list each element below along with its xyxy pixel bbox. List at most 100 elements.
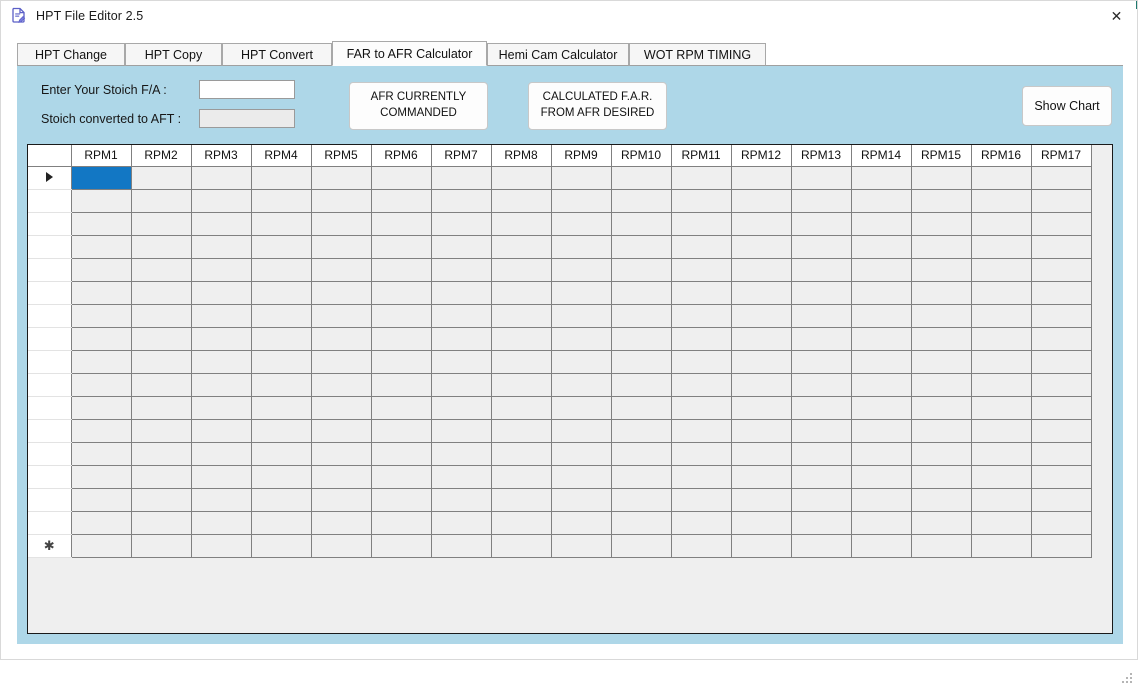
grid-cell[interactable] [611, 189, 671, 212]
grid-cell[interactable] [431, 511, 491, 534]
grid-cell[interactable] [851, 281, 911, 304]
grid-cell[interactable] [371, 166, 431, 189]
grid-cell[interactable] [731, 488, 791, 511]
grid-cell[interactable] [431, 442, 491, 465]
grid-cell[interactable] [551, 442, 611, 465]
grid-column-header-rpm4[interactable]: RPM4 [251, 145, 311, 166]
grid-cell[interactable] [1031, 189, 1091, 212]
grid-cell[interactable] [851, 465, 911, 488]
grid-cell[interactable] [491, 419, 551, 442]
grid-cell[interactable] [131, 350, 191, 373]
grid-cell[interactable] [371, 534, 431, 557]
grid-cell[interactable] [911, 350, 971, 373]
grid-column-header-rpm3[interactable]: RPM3 [191, 145, 251, 166]
grid-cell[interactable] [551, 419, 611, 442]
grid-row-header[interactable] [28, 419, 71, 442]
grid-column-header-rpm14[interactable]: RPM14 [851, 145, 911, 166]
grid-cell[interactable] [191, 373, 251, 396]
tab-hpt-change[interactable]: HPT Change [17, 43, 125, 66]
grid-cell[interactable] [671, 304, 731, 327]
grid-cell[interactable] [671, 189, 731, 212]
grid-cell[interactable] [491, 327, 551, 350]
grid-cell[interactable] [851, 304, 911, 327]
grid-cell[interactable] [851, 419, 911, 442]
grid-row[interactable] [28, 189, 1091, 212]
grid-cell[interactable] [191, 189, 251, 212]
grid-cell[interactable] [71, 166, 131, 189]
grid-cell[interactable] [311, 373, 371, 396]
grid-cell[interactable] [131, 235, 191, 258]
grid-cell[interactable] [431, 281, 491, 304]
grid-row[interactable] [28, 419, 1091, 442]
grid-cell[interactable] [971, 442, 1031, 465]
grid-column-header-rpm7[interactable]: RPM7 [431, 145, 491, 166]
grid-cell[interactable] [611, 258, 671, 281]
grid-cell[interactable] [671, 166, 731, 189]
grid-cell[interactable] [911, 419, 971, 442]
grid-cell[interactable] [851, 327, 911, 350]
grid-row-header[interactable] [28, 304, 71, 327]
grid-column-header-rpm11[interactable]: RPM11 [671, 145, 731, 166]
grid-cell[interactable] [71, 419, 131, 442]
grid-cell[interactable] [731, 235, 791, 258]
grid-cell[interactable] [131, 166, 191, 189]
grid-cell[interactable] [671, 235, 731, 258]
grid-cell[interactable] [791, 281, 851, 304]
grid-cell[interactable] [371, 189, 431, 212]
grid-cell[interactable] [851, 166, 911, 189]
grid-cell[interactable] [311, 534, 371, 557]
grid-cell[interactable] [431, 419, 491, 442]
grid-cell[interactable] [671, 419, 731, 442]
grid-cell[interactable] [491, 534, 551, 557]
grid-cell[interactable] [131, 189, 191, 212]
grid-cell[interactable] [791, 488, 851, 511]
grid-corner-header[interactable] [28, 145, 71, 166]
grid-cell[interactable] [251, 166, 311, 189]
grid-cell[interactable] [611, 373, 671, 396]
grid-cell[interactable] [251, 281, 311, 304]
grid-cell[interactable] [671, 212, 731, 235]
grid-cell[interactable] [251, 511, 311, 534]
grid-cell[interactable] [911, 166, 971, 189]
grid-cell[interactable] [851, 235, 911, 258]
grid-cell[interactable] [371, 511, 431, 534]
grid-row[interactable] [28, 258, 1091, 281]
grid-cell[interactable] [251, 373, 311, 396]
grid-cell[interactable] [791, 511, 851, 534]
grid-row[interactable] [28, 235, 1091, 258]
grid-cell[interactable] [791, 258, 851, 281]
grid-cell[interactable] [131, 511, 191, 534]
grid-row[interactable] [28, 212, 1091, 235]
show-chart-button[interactable]: Show Chart [1022, 86, 1112, 126]
grid-cell[interactable] [731, 327, 791, 350]
grid-cell[interactable] [851, 189, 911, 212]
grid-cell[interactable] [311, 304, 371, 327]
grid-cell[interactable] [731, 511, 791, 534]
grid-column-header-rpm8[interactable]: RPM8 [491, 145, 551, 166]
grid-cell[interactable] [371, 373, 431, 396]
grid-row-header[interactable] [28, 465, 71, 488]
grid-cell[interactable] [971, 258, 1031, 281]
grid-cell[interactable] [191, 534, 251, 557]
rpm-data-grid[interactable]: RPM1RPM2RPM3RPM4RPM5RPM6RPM7RPM8RPM9RPM1… [27, 144, 1113, 634]
grid-cell[interactable] [731, 442, 791, 465]
grid-cell[interactable] [251, 419, 311, 442]
grid-cell[interactable] [251, 327, 311, 350]
grid-cell[interactable] [611, 327, 671, 350]
grid-cell[interactable] [971, 327, 1031, 350]
grid-cell[interactable] [131, 488, 191, 511]
grid-cell[interactable] [191, 442, 251, 465]
close-icon[interactable]: ✕ [1094, 1, 1138, 31]
grid-column-header-rpm12[interactable]: RPM12 [731, 145, 791, 166]
grid-cell[interactable] [611, 350, 671, 373]
grid-cell[interactable] [551, 350, 611, 373]
grid-cell[interactable] [851, 442, 911, 465]
grid-cell[interactable] [611, 534, 671, 557]
grid-cell[interactable] [1031, 235, 1091, 258]
grid-cell[interactable] [251, 442, 311, 465]
grid-row[interactable]: ✱ [28, 534, 1091, 557]
grid-cell[interactable] [431, 235, 491, 258]
grid-cell[interactable] [71, 327, 131, 350]
grid-cell[interactable] [491, 189, 551, 212]
grid-cell[interactable] [671, 327, 731, 350]
